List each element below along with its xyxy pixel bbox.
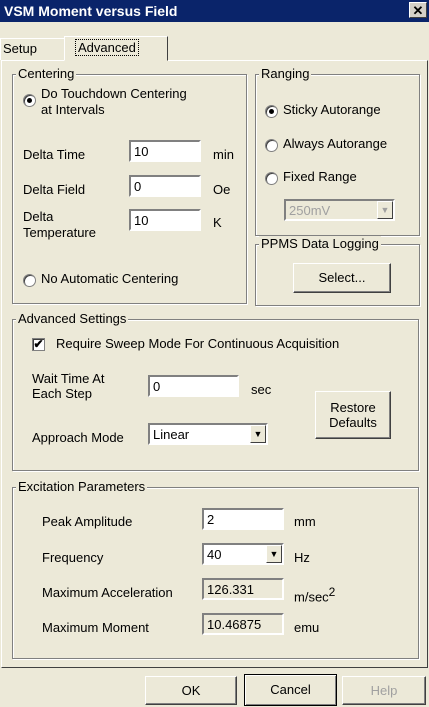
- sticky-autorange-radio[interactable]: [265, 105, 278, 118]
- advanced-settings-group-label: Advanced Settings: [16, 311, 129, 326]
- help-button: Help: [342, 676, 426, 705]
- tab-setup[interactable]: Setup: [0, 38, 64, 60]
- wait-time-input[interactable]: 0: [148, 375, 239, 397]
- dialog-button-bar: OK Cancel Help: [0, 668, 429, 707]
- sticky-autorange-label: Sticky Autorange: [283, 102, 381, 117]
- excitation-parameters-group: Excitation Parameters Peak Amplitude 2 m…: [12, 479, 419, 659]
- restore-defaults-label-line2: Defaults: [329, 415, 377, 430]
- max-acceleration-unit: m/sec2: [294, 585, 335, 604]
- delta-temperature-label-line2: Temperature: [23, 225, 96, 240]
- touchdown-centering-radio[interactable]: [23, 94, 36, 107]
- wait-time-label-line2: Each Step: [32, 386, 92, 401]
- max-moment-unit: emu: [294, 620, 320, 635]
- centering-group-label: Centering: [16, 66, 77, 81]
- ranging-group: Ranging Sticky Autorange Always Autorang…: [255, 66, 420, 236]
- data-logging-group: PPMS Data Logging Select...: [255, 236, 420, 306]
- fixed-range-radio[interactable]: [265, 172, 278, 185]
- fixed-range-value: 250mV: [289, 203, 331, 218]
- frequency-select[interactable]: 40 ▼: [202, 543, 284, 565]
- approach-mode-label: Approach Mode: [32, 430, 124, 445]
- touchdown-centering-label: Do Touchdown Centering: [41, 86, 187, 101]
- max-acceleration-unit-base: m/sec: [294, 589, 329, 605]
- tab-advanced-label: Advanced: [75, 39, 139, 56]
- peak-amplitude-label: Peak Amplitude: [42, 514, 133, 529]
- ok-button[interactable]: OK: [145, 676, 237, 705]
- tab-panel: Centering Do Touchdown Centering at Inte…: [1, 60, 428, 668]
- no-automatic-centering-radio[interactable]: [23, 274, 36, 287]
- chevron-down-icon: ▼: [377, 201, 393, 219]
- tab-advanced[interactable]: Advanced: [64, 36, 168, 61]
- frequency-unit: Hz: [294, 550, 310, 565]
- always-autorange-label: Always Autorange: [283, 136, 388, 151]
- dialog-window: VSM Moment versus Field ✕ Setup Advanced…: [0, 0, 429, 707]
- peak-amplitude-unit: mm: [294, 514, 316, 529]
- max-acceleration-label: Maximum Acceleration: [42, 585, 173, 600]
- frequency-label: Frequency: [42, 550, 104, 565]
- max-acceleration-value: 126.331: [202, 578, 284, 600]
- max-moment-label: Maximum Moment: [42, 620, 149, 635]
- restore-defaults-label: Restore: [330, 400, 376, 415]
- max-moment-value: 10.46875: [202, 613, 284, 635]
- cancel-button[interactable]: Cancel: [244, 674, 337, 706]
- delta-time-unit: min: [213, 147, 234, 162]
- wait-time-label: Wait Time At: [32, 371, 105, 386]
- delta-temperature-label: Delta: [23, 209, 54, 224]
- approach-mode-value: Linear: [153, 427, 190, 442]
- delta-temperature-input[interactable]: 10: [129, 209, 201, 231]
- frequency-value: 40: [207, 547, 222, 562]
- delta-field-input[interactable]: 0: [129, 175, 201, 197]
- delta-field-unit: Oe: [213, 182, 231, 197]
- wait-time-unit: sec: [251, 382, 272, 397]
- centering-group: Centering Do Touchdown Centering at Inte…: [12, 66, 247, 304]
- delta-field-label: Delta Field: [23, 182, 86, 197]
- chevron-down-icon[interactable]: ▼: [266, 545, 282, 563]
- peak-amplitude-input[interactable]: 2: [202, 508, 284, 530]
- chevron-down-icon[interactable]: ▼: [250, 425, 266, 443]
- fixed-range-select: 250mV ▼: [284, 199, 395, 221]
- sweep-mode-label: Require Sweep Mode For Continuous Acquis…: [56, 336, 340, 351]
- fixed-range-label: Fixed Range: [283, 169, 357, 184]
- approach-mode-select[interactable]: Linear ▼: [148, 423, 268, 445]
- ranging-group-label: Ranging: [259, 66, 312, 81]
- title-bar[interactable]: VSM Moment versus Field ✕: [0, 0, 429, 22]
- restore-defaults-button[interactable]: Restore Defaults: [315, 391, 391, 439]
- select-button[interactable]: Select...: [293, 263, 391, 293]
- touchdown-centering-label-line2: at Intervals: [41, 102, 105, 117]
- excitation-parameters-group-label: Excitation Parameters: [16, 479, 148, 494]
- sweep-mode-checkbox[interactable]: ✔: [32, 338, 45, 351]
- delta-time-label: Delta Time: [23, 147, 86, 162]
- window-title: VSM Moment versus Field: [4, 3, 178, 19]
- always-autorange-radio[interactable]: [265, 139, 278, 152]
- data-logging-group-label: PPMS Data Logging: [259, 236, 381, 251]
- delta-temperature-unit: K: [213, 215, 222, 230]
- no-automatic-centering-label: No Automatic Centering: [41, 271, 179, 286]
- close-button[interactable]: ✕: [409, 2, 427, 18]
- advanced-settings-group: Advanced Settings ✔ Require Sweep Mode F…: [12, 311, 419, 471]
- delta-time-input[interactable]: 10: [129, 140, 201, 162]
- max-acceleration-unit-exponent: 2: [328, 585, 336, 599]
